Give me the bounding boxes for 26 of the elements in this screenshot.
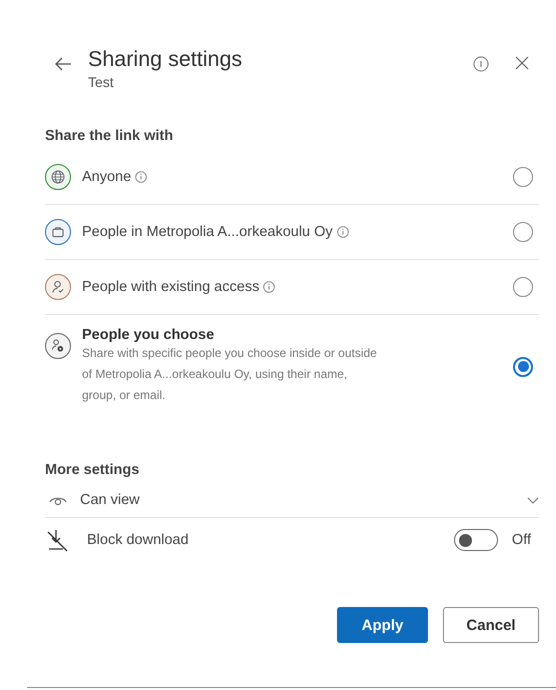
- toggle-state: Off: [512, 532, 531, 548]
- info-icon[interactable]: [336, 226, 349, 238]
- download-blocked-icon: [45, 528, 69, 552]
- panel-title: Sharing settings: [88, 46, 244, 73]
- chevron-down-icon: [527, 496, 539, 504]
- radio-button[interactable]: [513, 277, 533, 297]
- panel-subtitle: Test: [88, 74, 115, 90]
- option-label: People in Metropolia A...orkeakoulu Oy: [82, 224, 333, 240]
- radio-button[interactable]: [513, 167, 533, 187]
- option-label: People you choose: [82, 327, 214, 343]
- option-label: Anyone: [82, 169, 132, 185]
- info-icon[interactable]: [263, 281, 276, 293]
- radio-button[interactable]: [513, 222, 533, 242]
- close-icon[interactable]: [515, 56, 529, 70]
- apply-button[interactable]: Apply: [337, 607, 428, 643]
- option-label: People with existing access: [82, 279, 260, 295]
- option-description: Share with specific people you choose inside or outside of Metropolia A...orkeakoulu Oy, using their name, group, or email.: [82, 345, 378, 404]
- info-icon[interactable]: [135, 171, 148, 183]
- section-heading: More settings: [45, 462, 140, 478]
- section-heading: Share the link with: [45, 128, 174, 144]
- block-download-label: Block download: [87, 532, 190, 548]
- cancel-button[interactable]: Cancel: [443, 607, 539, 643]
- permission-dropdown[interactable]: Can view: [45, 484, 539, 518]
- toggle-switch[interactable]: [454, 529, 498, 551]
- radio-button[interactable]: [513, 356, 533, 376]
- info-icon[interactable]: [473, 56, 489, 72]
